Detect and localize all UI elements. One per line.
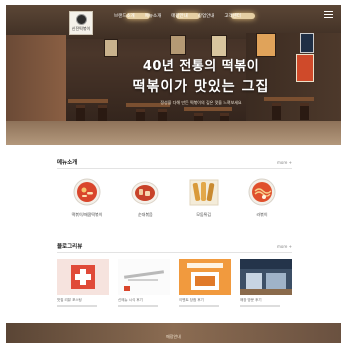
menu-section-header: 메뉴소개 more + [57,158,292,169]
nav-item-store[interactable]: 매장안내 [171,13,188,19]
sundae-plate-icon [131,181,159,205]
chair [76,105,85,122]
menu-more-link[interactable]: more + [277,160,292,165]
menu-list: 떡볶이/매콤떡볶이 순대볶음 모둠튀김 라볶이 [57,177,292,218]
blog-caption-line [57,304,97,307]
logo-text: 신전떡볶이 [71,26,91,31]
blog-caption-line [240,304,280,307]
store-banner[interactable]: 매장안내 [6,323,341,343]
blog-thumbnail [57,259,109,295]
table [184,107,232,111]
blog-caption: 이벤트 당첨 후기 [179,298,204,302]
chair [98,105,107,122]
nav-item-menu[interactable]: 메뉴소개 [145,13,162,19]
menu-toggle-icon[interactable] [324,11,333,20]
blog-section-title: 블로그리뷰 [57,244,83,250]
menu-item[interactable]: 모둠튀김 [178,177,230,218]
blog-caption-line [118,304,158,307]
chair [300,103,309,120]
hero-subtitle: 정성을 다해 만든 떡볶이의 깊은 맛을 느껴보세요 [160,100,242,105]
wall-frame [256,33,276,57]
menu-section-title: 메뉴소개 [57,160,78,166]
menu-item[interactable]: 순대볶음 [119,177,171,218]
menu-item-name: 떡볶이/매콤떡볶이 [71,212,103,217]
menu-board [296,54,314,82]
blog-thumbnail [240,259,292,295]
blog-thumbnail [118,259,170,295]
blog-caption: 신메뉴 시식 후기 [118,298,143,302]
wall-frame [170,35,186,55]
menu-item[interactable]: 떡볶이/매콤떡볶이 [61,177,113,218]
nav-item-support[interactable]: 고객센터 [224,13,241,19]
nav-item-brand[interactable]: 브랜드소개 [114,13,135,19]
wall-frame [211,35,227,57]
table [68,99,108,103]
blog-list: 맛집 리뷰 포스팅 신메뉴 시식 후기 이벤트 당첨 후기 매장 방문 후기 [57,259,292,307]
blog-section-header: 블로그리뷰 more + [57,242,292,253]
menu-item-name: 라볶이 [256,212,268,217]
blog-more-link[interactable]: more + [277,244,292,249]
menu-item-name: 순대볶음 [137,212,153,217]
hero-headline: 40년 전통의 떡볶이 떡볶이가 맛있는 그집 정성을 다해 만든 떡볶이의 깊… [106,55,296,106]
hero-banner: 신전떡볶이 브랜드소개 메뉴소개 매장안내 창업안내 고객센터 40년 전통의 … [6,5,341,145]
rabokki-bowl-icon [248,178,276,206]
brand-logo[interactable]: 신전떡볶이 [69,11,93,35]
menu-section: 메뉴소개 more + 떡볶이/매콤떡볶이 순대볶음 모둠튀김 라볶이 [57,158,292,228]
store-banner-label: 매장안내 [166,334,181,339]
floor [6,121,341,145]
main-nav: 브랜드소개 메뉴소개 매장안내 창업안내 고객센터 [114,13,241,19]
blog-section: 블로그리뷰 more + 맛집 리뷰 포스팅 신메뉴 시식 후기 이벤트 당첨 … [57,242,292,312]
menu-item[interactable]: 라볶이 [236,177,288,218]
headline-line1: 40년 전통의 떡볶이 [142,59,260,74]
blog-card[interactable]: 신메뉴 시식 후기 [118,259,170,307]
nav-item-franchise[interactable]: 창업안내 [198,13,215,19]
headline-line2: 떡볶이가 맛있는 그집 [132,79,270,95]
blog-card[interactable]: 이벤트 당첨 후기 [179,259,231,307]
blog-thumbnail [179,259,231,295]
fried-platter-icon [189,179,219,206]
tteokbokki-plate-icon [73,178,101,206]
blog-caption-line [179,304,219,307]
menu-board [300,33,314,53]
blog-caption: 맛집 리뷰 포스팅 [57,298,82,302]
blog-card[interactable]: 매장 방문 후기 [240,259,292,307]
menu-item-name: 모둠튀김 [196,212,212,217]
blog-caption: 매장 방문 후기 [240,298,262,302]
blog-card[interactable]: 맛집 리뷰 포스팅 [57,259,109,307]
logo-face-icon [75,14,87,25]
